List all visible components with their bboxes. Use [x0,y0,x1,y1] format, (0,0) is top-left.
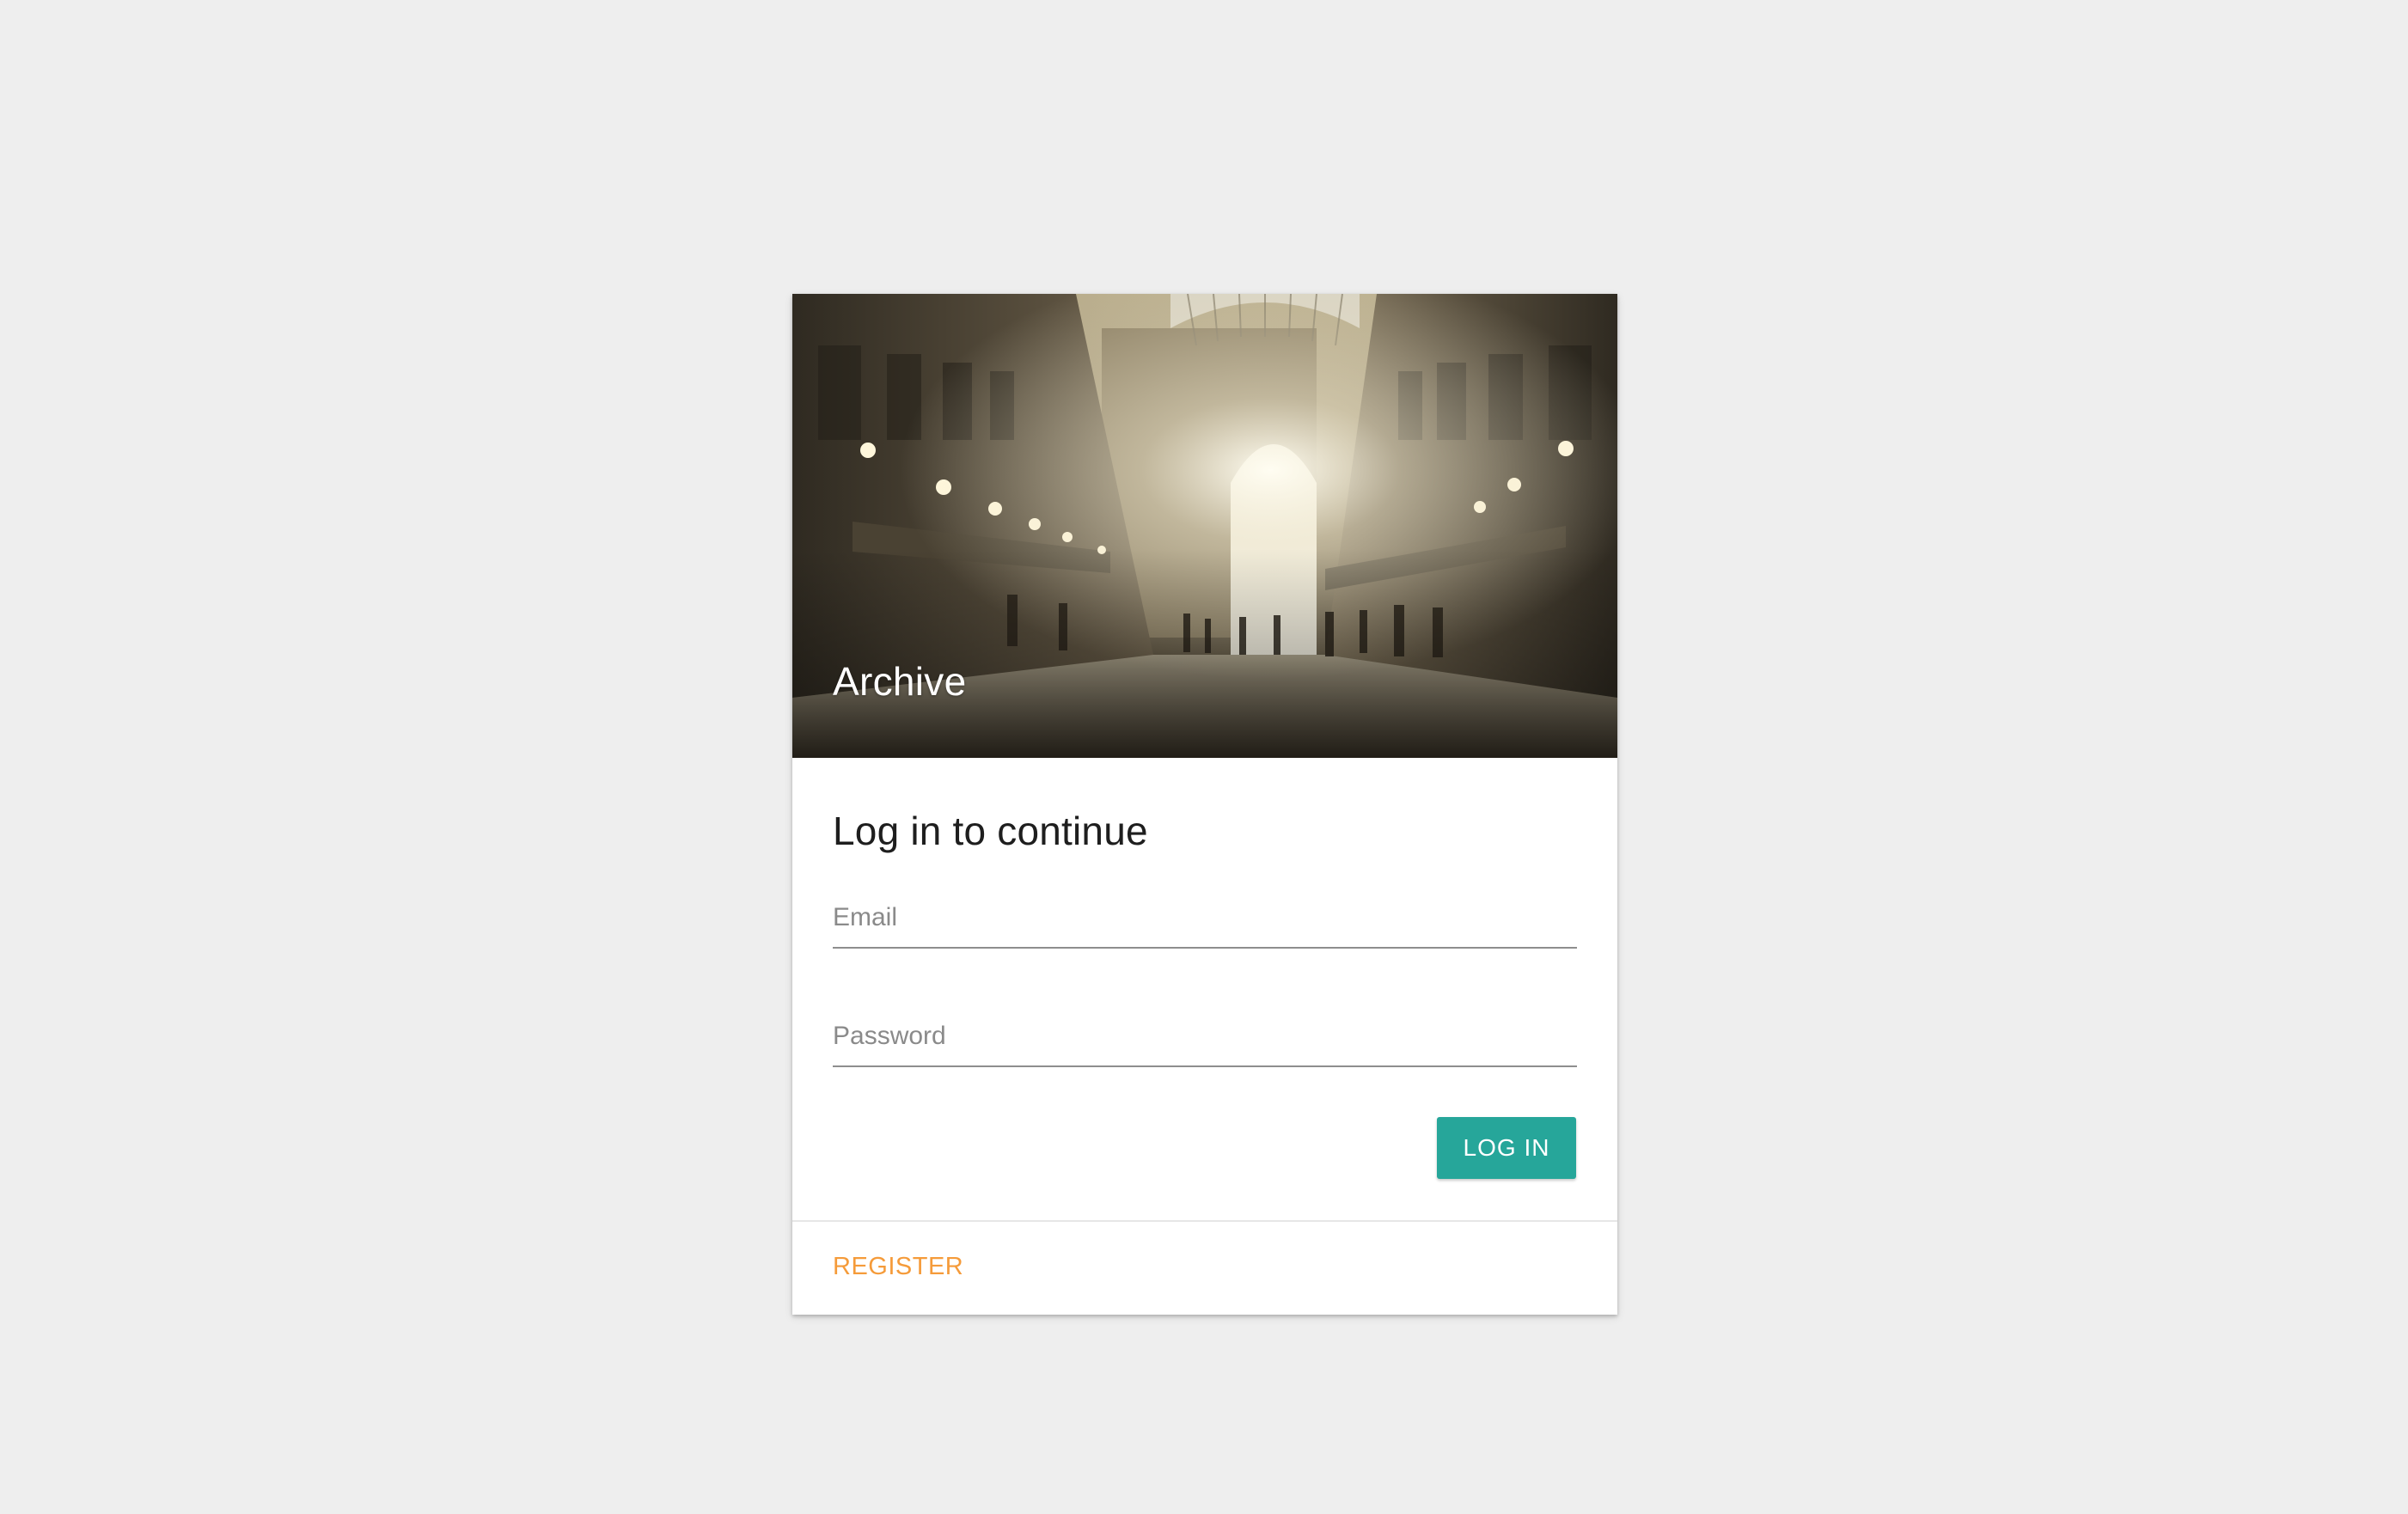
email-input[interactable] [833,888,1577,947]
login-button[interactable]: LOG IN [1437,1117,1576,1179]
hero-title: Archive [833,659,967,704]
login-heading: Log in to continue [833,809,1148,853]
password-input[interactable] [833,1007,1577,1065]
email-underline [833,947,1577,949]
password-underline [833,1065,1577,1067]
password-field[interactable] [833,1007,1577,1067]
email-field[interactable] [833,888,1577,949]
register-link[interactable]: REGISTER [833,1253,963,1281]
login-card: Archive Log in to continue LOG IN REGIST… [792,294,1617,1315]
hero-banner: Archive [792,294,1617,758]
footer-divider [792,1220,1617,1222]
